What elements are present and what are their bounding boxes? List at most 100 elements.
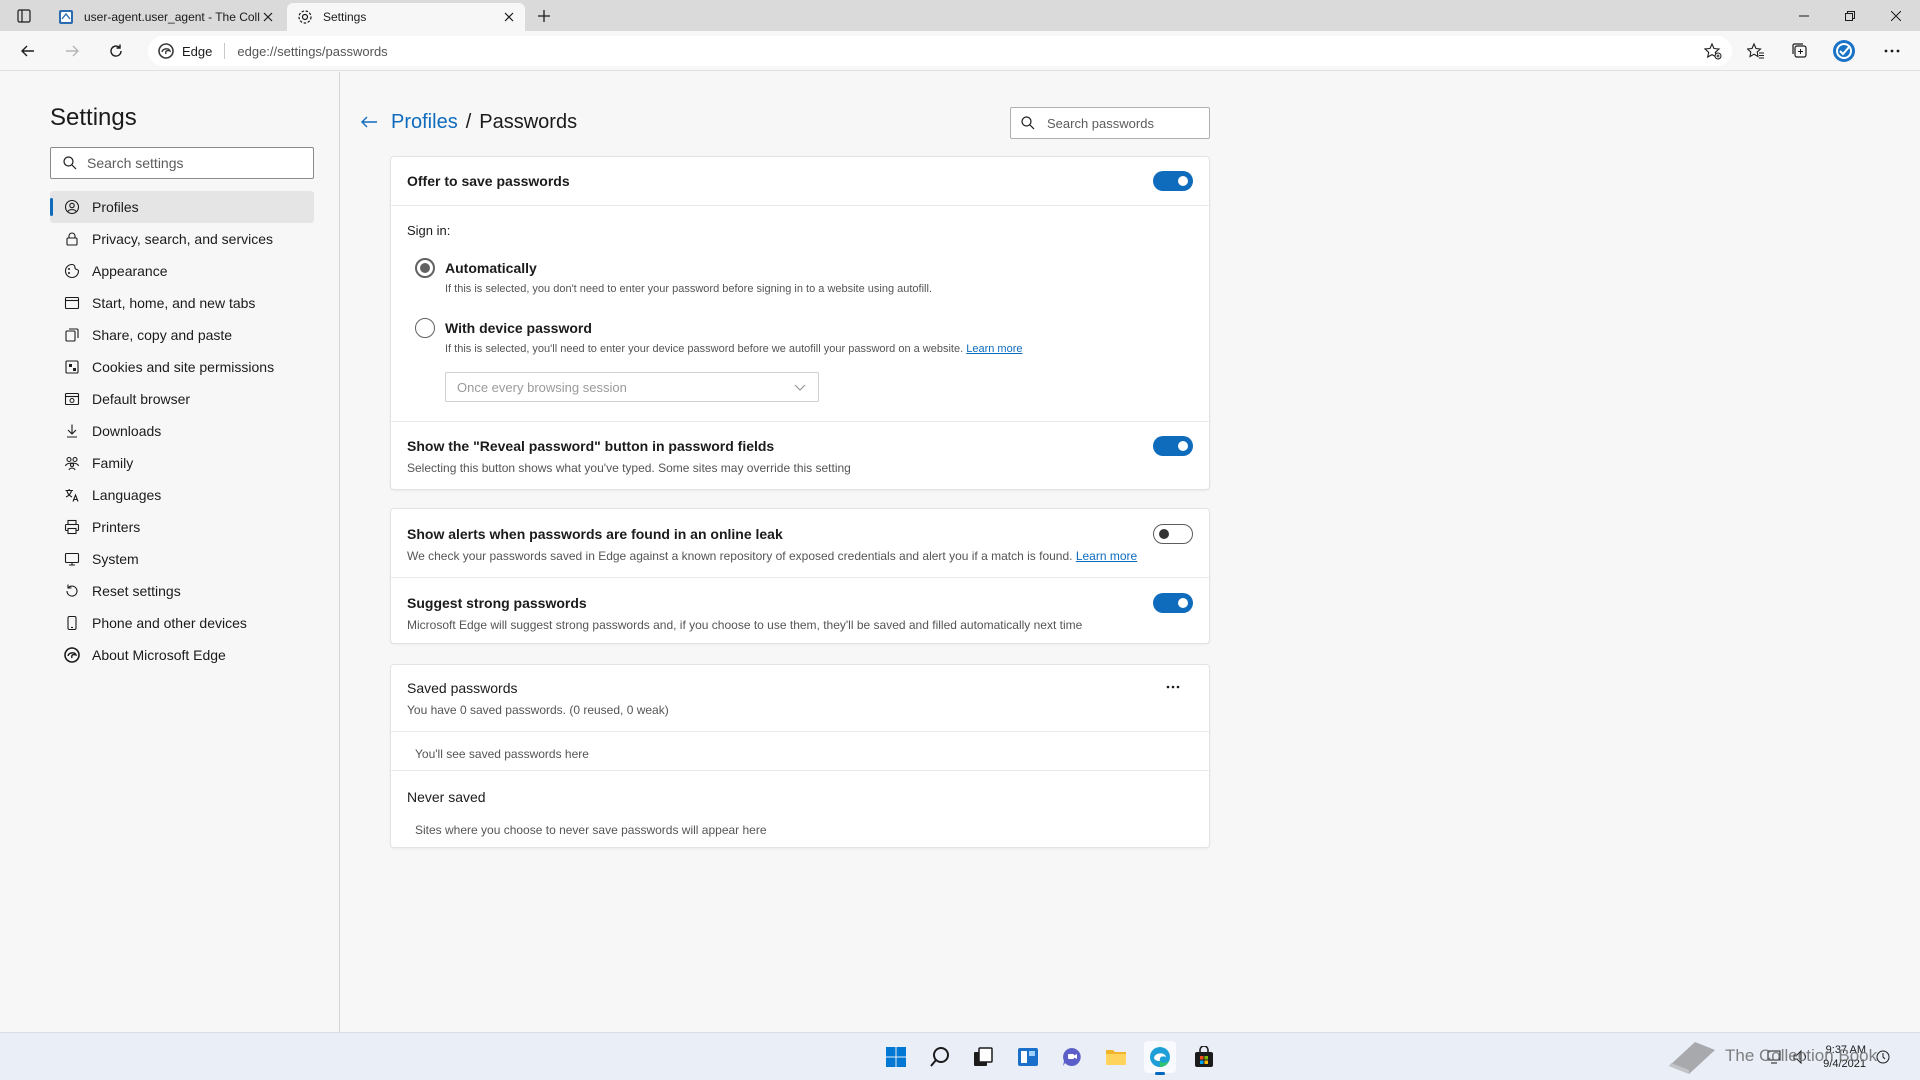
sidebar-item-share-copy[interactable]: Share, copy and paste	[50, 319, 314, 351]
more-icon	[1884, 49, 1900, 53]
saved-passwords-empty: You'll see saved passwords here	[415, 747, 589, 761]
tab-strip: user-agent.user_agent - The Coll Setting…	[0, 0, 1920, 31]
sidebar-item-privacy[interactable]: Privacy, search, and services	[50, 223, 314, 255]
search-settings-input[interactable]	[87, 155, 297, 171]
new-tab-button[interactable]	[530, 4, 558, 28]
settings-and-more-button[interactable]	[1876, 35, 1908, 67]
cookies-icon	[64, 359, 80, 375]
restore-button[interactable]	[1827, 0, 1873, 31]
divider	[391, 421, 1209, 422]
collections-button[interactable]	[1784, 35, 1816, 67]
task-view-button[interactable]	[967, 1041, 999, 1073]
saved-passwords-more-button[interactable]	[1159, 677, 1187, 697]
settings-search[interactable]	[50, 147, 314, 179]
sidebar-item-default-browser[interactable]: Default browser	[50, 383, 314, 415]
edge-icon	[1150, 1047, 1170, 1067]
sidebar-item-label: Languages	[92, 487, 162, 503]
divider	[391, 770, 1209, 771]
store-button[interactable]	[1188, 1041, 1220, 1073]
divider	[391, 731, 1209, 732]
sidebar-item-phone[interactable]: Phone and other devices	[50, 607, 314, 639]
back-to-profiles-button[interactable]	[357, 110, 381, 134]
sidebar-item-about[interactable]: About Microsoft Edge	[50, 639, 314, 671]
suggest-strong-desc: Microsoft Edge will suggest strong passw…	[407, 618, 1083, 632]
minimize-button[interactable]	[1781, 0, 1827, 31]
sidebar-item-appearance[interactable]: Appearance	[50, 255, 314, 287]
start-icon	[886, 1047, 906, 1067]
refresh-button[interactable]	[100, 35, 132, 67]
breadcrumb-profiles-link[interactable]: Profiles	[391, 111, 458, 134]
profile-button[interactable]	[1828, 35, 1860, 67]
edge-taskbar-button[interactable]	[1144, 1041, 1176, 1075]
sign-in-device-password-desc: If this is selected, you'll need to ente…	[445, 343, 1022, 355]
sidebar-item-label: Phone and other devices	[92, 615, 247, 631]
notification-icon[interactable]	[1876, 1050, 1890, 1064]
sidebar-item-label: Appearance	[92, 263, 168, 279]
tab-settings[interactable]: Settings	[287, 3, 525, 31]
close-tab-icon[interactable]	[501, 9, 517, 25]
search-icon	[63, 156, 77, 170]
sidebar-item-cookies[interactable]: Cookies and site permissions	[50, 351, 314, 383]
languages-icon	[64, 487, 80, 503]
sidebar-item-start-home[interactable]: Start, home, and new tabs	[50, 287, 314, 319]
sidebar-item-family[interactable]: Family	[50, 447, 314, 479]
reveal-password-toggle[interactable]	[1153, 436, 1193, 456]
printer-icon	[64, 519, 80, 535]
address-bar[interactable]: Edge edge://settings/passwords	[148, 36, 1732, 66]
store-icon	[1195, 1046, 1213, 1067]
avatar	[1833, 40, 1855, 62]
suggest-strong-toggle[interactable]	[1153, 593, 1193, 613]
leak-alerts-desc-text: We check your passwords saved in Edge ag…	[407, 549, 1073, 563]
collections-icon	[1792, 43, 1807, 58]
sign-in-automatically-radio[interactable]	[415, 258, 435, 278]
file-explorer-button[interactable]	[1100, 1041, 1132, 1073]
passwords-page: Profiles / Passwords Offer to save passw…	[341, 72, 1920, 1032]
plus-icon	[538, 10, 550, 22]
password-search[interactable]	[1010, 107, 1210, 139]
page-title: Passwords	[479, 110, 578, 133]
reset-icon	[64, 583, 80, 599]
sidebar-item-profiles[interactable]: Profiles	[50, 191, 314, 223]
sidebar-item-reset[interactable]: Reset settings	[50, 575, 314, 607]
device-password-desc-text: If this is selected, you'll need to ente…	[445, 343, 964, 355]
auth-frequency-value: Once every browsing session	[457, 379, 627, 395]
url-text[interactable]: edge://settings/passwords	[237, 44, 387, 59]
sidebar-item-printers[interactable]: Printers	[50, 511, 314, 543]
settings-title: Settings	[50, 104, 137, 131]
favorites-button[interactable]	[1740, 35, 1772, 67]
tab-user-agent[interactable]: user-agent.user_agent - The Coll	[48, 3, 284, 31]
learn-more-link[interactable]: Learn more	[966, 343, 1022, 355]
back-button[interactable]	[12, 35, 44, 67]
tab-actions-button[interactable]	[10, 5, 38, 27]
learn-more-link[interactable]: Learn more	[1076, 549, 1137, 563]
add-favorite-icon[interactable]	[1703, 42, 1722, 60]
taskbar-search-button[interactable]	[924, 1041, 956, 1073]
restore-icon	[1845, 10, 1855, 21]
offer-save-title: Offer to save passwords	[407, 173, 570, 189]
divider	[391, 205, 1209, 206]
start-button[interactable]	[880, 1041, 912, 1073]
sidebar-item-system[interactable]: System	[50, 543, 314, 575]
watermark: The Collection Book	[1665, 1032, 1877, 1080]
appearance-icon	[64, 263, 80, 279]
forward-button[interactable]	[56, 35, 88, 67]
breadcrumb: Profiles / Passwords	[357, 110, 577, 134]
sidebar-item-label: Cookies and site permissions	[92, 359, 275, 375]
sidebar-item-downloads[interactable]: Downloads	[50, 415, 314, 447]
reveal-password-desc: Selecting this button shows what you've …	[407, 461, 851, 475]
close-tab-icon[interactable]	[260, 9, 276, 25]
offer-save-toggle[interactable]	[1153, 171, 1193, 191]
chat-button[interactable]	[1056, 1041, 1088, 1073]
close-window-button[interactable]	[1873, 0, 1919, 31]
leak-alerts-toggle[interactable]	[1153, 524, 1193, 544]
auth-frequency-select[interactable]: Once every browsing session	[445, 372, 819, 402]
sign-in-device-password-radio[interactable]	[415, 318, 435, 338]
sign-in-automatically-desc: If this is selected, you don't need to e…	[445, 283, 932, 295]
sidebar-item-label: Privacy, search, and services	[92, 231, 274, 247]
widgets-button[interactable]	[1012, 1041, 1044, 1073]
site-identity-label: Edge	[182, 43, 213, 59]
phone-icon	[64, 615, 80, 631]
search-passwords-input[interactable]	[1047, 115, 1197, 131]
sidebar-item-languages[interactable]: Languages	[50, 479, 314, 511]
suggest-strong-title: Suggest strong passwords	[407, 595, 587, 611]
